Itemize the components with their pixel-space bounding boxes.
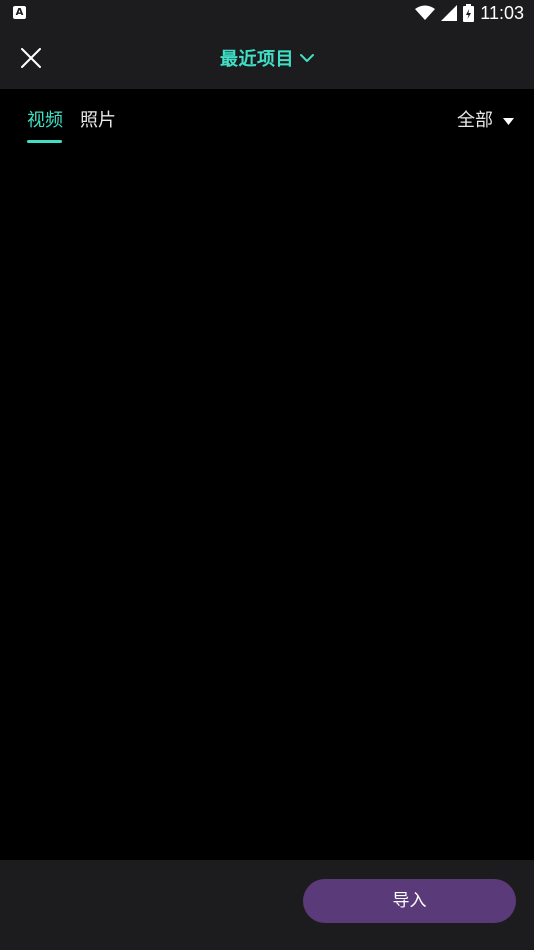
bottom-bar: 导入 [0, 860, 534, 950]
active-tab-indicator [27, 140, 62, 143]
caret-down-icon [503, 117, 514, 125]
status-time: 11:03 [480, 3, 524, 23]
header: 最近项目 [0, 26, 534, 89]
status-bar: A 11:03 [0, 0, 534, 26]
tab-video[interactable]: 视频 [27, 109, 63, 133]
screen: A 11:03 最近项目 视频 照片 全部 导入 [0, 0, 534, 950]
notification-icon: A [13, 6, 26, 19]
chevron-down-icon [300, 53, 314, 62]
wifi-icon [415, 5, 436, 20]
import-button[interactable]: 导入 [303, 879, 516, 923]
filter-dropdown[interactable]: 全部 [457, 109, 514, 133]
tab-photo[interactable]: 照片 [80, 109, 116, 133]
media-tabs: 视频 照片 全部 [0, 89, 534, 151]
project-selector[interactable]: 最近项目 [0, 26, 534, 89]
page-title: 最近项目 [220, 48, 294, 70]
battery-icon [463, 4, 475, 22]
filter-label: 全部 [457, 110, 493, 131]
media-grid [0, 151, 534, 860]
signal-icon [441, 5, 458, 21]
status-icons: 11:03 [415, 0, 524, 26]
